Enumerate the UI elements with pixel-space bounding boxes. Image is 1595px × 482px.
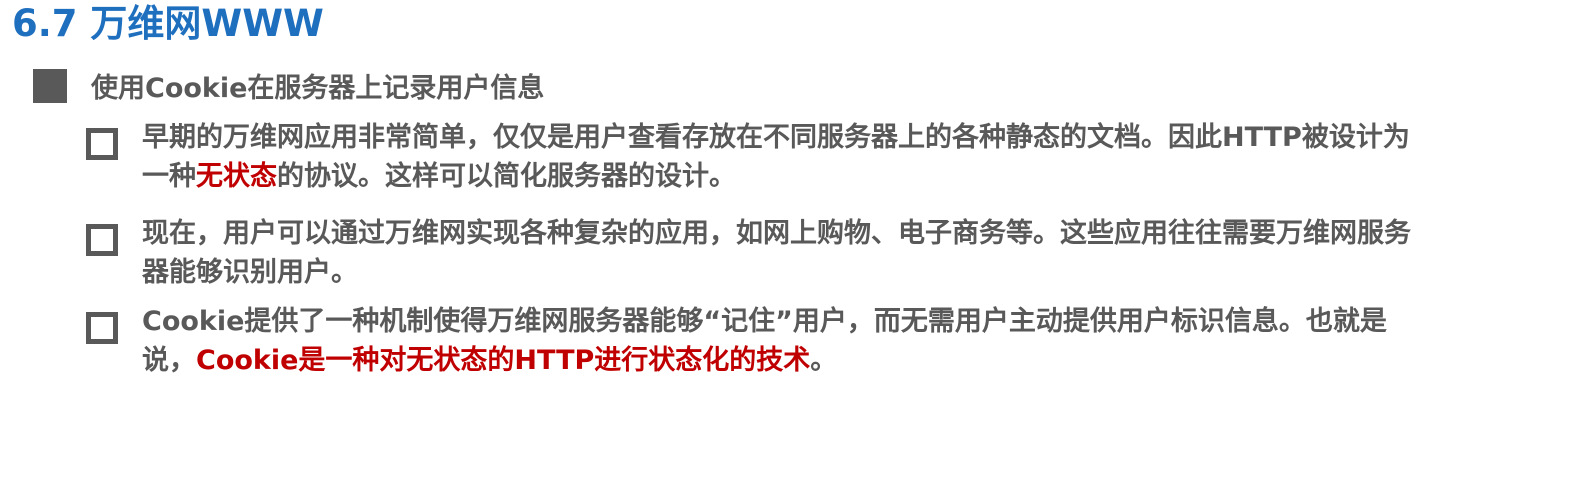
list-item-text: 早期的万维网应用非常简单，仅仅是用户查看存放在不同服务器上的各种静态的文档。因此… xyxy=(142,118,1582,196)
text-span: 说， xyxy=(142,345,196,376)
list-item-line: 说，Cookie是一种对无状态的HTTP进行状态化的技术。 xyxy=(142,341,1582,380)
list-item-line: Cookie提供了一种机制使得万维网服务器能够“记住”用户，而无需用户主动提供用… xyxy=(142,306,1387,337)
highlight-text: Cookie是一种对无状态的HTTP进行状态化的技术 xyxy=(196,345,811,376)
list-item-line: 器能够识别用户。 xyxy=(142,257,358,288)
text-span: 的协议。这样可以简化服务器的设计。 xyxy=(277,161,736,192)
section-heading: 使用Cookie在服务器上记录用户信息 xyxy=(91,73,545,104)
text-span: 。 xyxy=(810,345,838,376)
page-title: 6.7 万维网WWW xyxy=(12,2,324,45)
list-item-text: Cookie提供了一种机制使得万维网服务器能够“记住”用户，而无需用户主动提供用… xyxy=(142,302,1582,380)
list-item-line: 现在，用户可以通过万维网实现各种复杂的应用，如网上购物、电子商务等。这些应用往往… xyxy=(142,218,1411,249)
checkbox-bullet-icon xyxy=(86,312,118,344)
checkbox-bullet-icon xyxy=(86,128,118,160)
highlight-text: 无状态 xyxy=(196,161,277,192)
checkbox-bullet-icon xyxy=(86,224,118,256)
text-span: 一种 xyxy=(142,161,196,192)
list-item-line: 一种无状态的协议。这样可以简化服务器的设计。 xyxy=(142,157,1582,196)
square-bullet-icon xyxy=(33,68,67,103)
list-item-text: 现在，用户可以通过万维网实现各种复杂的应用，如网上购物、电子商务等。这些应用往往… xyxy=(142,214,1582,292)
section-heading-row: 使用Cookie在服务器上记录用户信息 xyxy=(33,66,544,105)
list-item-line: 早期的万维网应用非常简单，仅仅是用户查看存放在不同服务器上的各种静态的文档。因此… xyxy=(142,122,1410,153)
